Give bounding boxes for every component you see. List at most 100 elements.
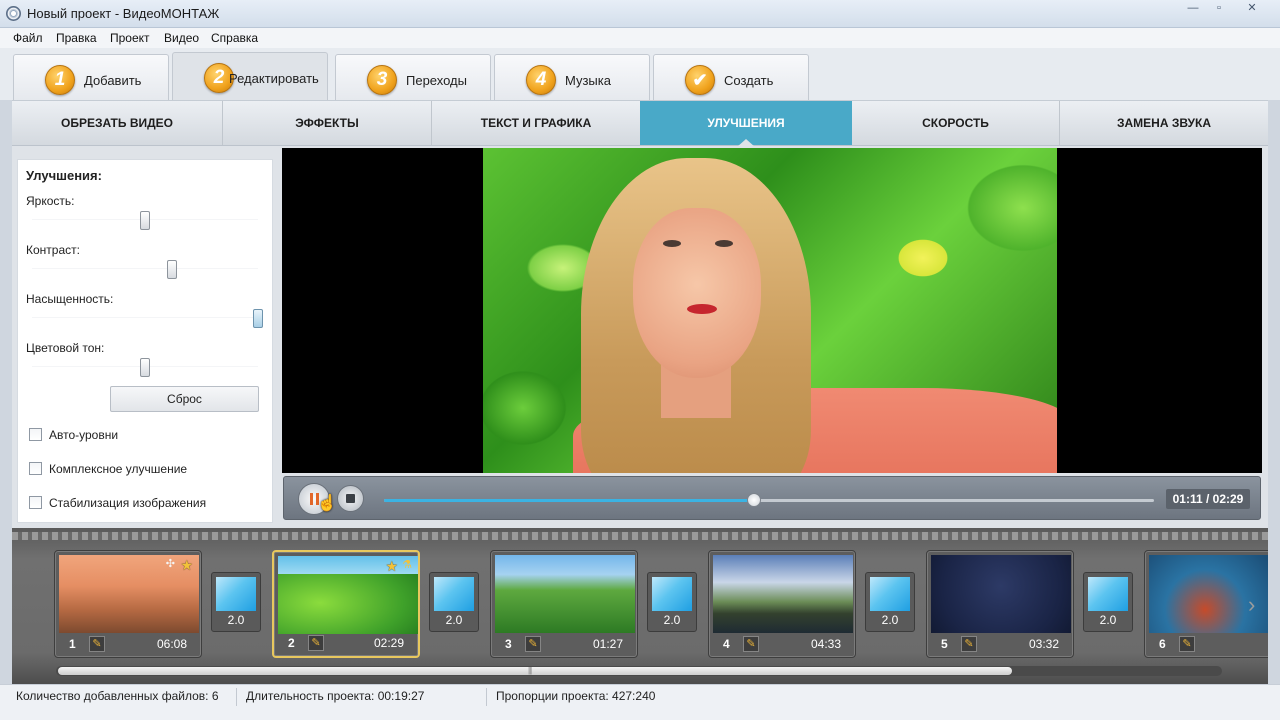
reset-button[interactable]: Сброс [110, 386, 259, 412]
step-number-badge: 3 [367, 65, 397, 95]
step-tabs: 1 Добавить 2 Редактировать 3 Переходы 4 … [0, 48, 1280, 100]
clip-thumbnail [713, 555, 853, 633]
pencil-icon[interactable]: ✎ [743, 636, 759, 652]
clip-number: 5 [941, 637, 948, 651]
status-bar: Количество добавленных файлов: 6 Длитель… [0, 684, 1280, 720]
clip-number: 3 [505, 637, 512, 651]
clip-card[interactable]: 4 ✎ 04:33 [708, 550, 856, 658]
complex-enhance-checkbox[interactable]: Комплексное улучшение [29, 462, 187, 476]
clip-card-selected[interactable]: ★ ⚗ 2 ✎ 02:29 [272, 550, 420, 658]
status-file-count: Количество добавленных файлов: 6 [16, 689, 219, 703]
transition-card[interactable]: 2.0 [211, 572, 261, 632]
checkbox-label: Комплексное улучшение [49, 462, 188, 476]
status-divider [236, 688, 237, 706]
video-frame [483, 148, 1057, 473]
brightness-label: Яркость: [26, 194, 75, 208]
status-duration: Длительность проекта: 00:19:27 [246, 689, 425, 703]
step-create-tab[interactable]: ✔ Создать [653, 54, 809, 100]
enhancements-panel: Улучшения: Яркость: Контраст: Насыщеннос… [17, 159, 273, 523]
tab-trim-video[interactable]: ОБРЕЗАТЬ ВИДЕО [12, 101, 222, 145]
checkbox-box[interactable] [29, 462, 42, 475]
pencil-icon[interactable]: ✎ [1179, 636, 1195, 652]
window-title: Новый проект - ВидеоМОНТАЖ [27, 6, 220, 21]
pencil-icon[interactable]: ✎ [89, 636, 105, 652]
brightness-slider-thumb[interactable] [140, 211, 150, 230]
clip-card[interactable]: 3 ✎ 01:27 [490, 550, 638, 658]
saturation-slider[interactable] [32, 317, 258, 318]
step-number-badge: 1 [45, 65, 75, 95]
contrast-slider-thumb[interactable] [167, 260, 178, 279]
video-preview[interactable] [282, 148, 1262, 473]
hand-cursor-icon: ☝ [317, 495, 337, 512]
step-label: Добавить [84, 73, 142, 88]
contrast-slider[interactable] [32, 268, 258, 269]
video-frame-shape [633, 208, 761, 378]
transition-card[interactable]: 2.0 [647, 572, 697, 632]
star-icon: ★ [180, 557, 193, 573]
menu-video[interactable]: Видео [164, 31, 199, 45]
menu-help[interactable]: Справка [211, 31, 258, 45]
tab-effects[interactable]: ЭФФЕКТЫ [222, 101, 431, 145]
clip-duration: 02:29 [373, 636, 404, 650]
hue-slider-thumb[interactable] [140, 358, 150, 377]
pencil-icon[interactable]: ✎ [961, 636, 977, 652]
checkbox-box[interactable] [29, 496, 42, 509]
stabilization-checkbox[interactable]: Стабилизация изображения [29, 496, 206, 510]
scrollbar-thumb[interactable]: ||| [58, 666, 1012, 675]
transition-duration: 2.0 [227, 613, 245, 627]
transition-card[interactable]: 2.0 [865, 572, 915, 632]
clip-number: 6 [1159, 637, 1166, 651]
transition-card[interactable]: 2.0 [429, 572, 479, 632]
playback-progress-bar[interactable] [384, 493, 1154, 507]
step-transitions-tab[interactable]: 3 Переходы [335, 54, 491, 100]
transition-card[interactable]: 2.0 [1083, 572, 1133, 632]
maximize-button[interactable]: ▫ [1206, 0, 1232, 18]
stop-button[interactable] [337, 485, 364, 512]
chevron-right-icon[interactable]: › [1248, 592, 1255, 618]
transition-thumbnail [216, 577, 256, 611]
step-label: Редактировать [229, 71, 319, 86]
progress-thumb[interactable] [746, 493, 761, 507]
checkbox-box[interactable] [29, 428, 42, 441]
minimize-button[interactable]: — [1180, 0, 1206, 18]
menu-file[interactable]: Файл [13, 31, 43, 45]
tab-replace-audio[interactable]: ЗАМЕНА ЗВУКА [1059, 101, 1268, 145]
transition-thumbnail [434, 577, 474, 611]
step-music-tab[interactable]: 4 Музыка [494, 54, 650, 100]
clip-number: 1 [69, 637, 76, 651]
tab-text-graphics[interactable]: ТЕКСТ И ГРАФИКА [431, 101, 640, 145]
menu-edit[interactable]: Правка [56, 31, 97, 45]
clip-duration: 01:27 [592, 637, 623, 651]
menu-project[interactable]: Проект [110, 31, 150, 45]
tab-enhancements[interactable]: УЛУЧШЕНИЯ [640, 101, 852, 147]
saturation-slider-thumb[interactable] [253, 309, 263, 328]
progress-fill [384, 499, 754, 502]
clip-card[interactable]: 5 ✎ 03:32 [926, 550, 1074, 658]
clip-number: 4 [723, 637, 730, 651]
transition-duration: 2.0 [445, 613, 463, 627]
pencil-icon[interactable]: ✎ [525, 636, 541, 652]
app-film-reel-icon [6, 6, 21, 21]
step-label: Создать [724, 73, 774, 88]
clip-thumbnail [931, 555, 1071, 633]
pencil-icon[interactable]: ✎ [308, 635, 324, 651]
tab-speed[interactable]: СКОРОСТЬ [852, 101, 1059, 145]
menu-bar: Файл Правка Проект Видео Справка [0, 28, 1280, 48]
auto-levels-checkbox[interactable]: Авто-уровни [29, 428, 118, 442]
video-frame-shape [663, 240, 681, 247]
step-edit-tab[interactable]: 2 Редактировать [172, 52, 328, 100]
clip-card[interactable]: ✣ ★ 1 ✎ 06:08 [54, 550, 202, 658]
transition-duration: 2.0 [881, 613, 899, 627]
storyboard-scrollbar[interactable]: ||| [56, 666, 1222, 676]
transition-thumbnail [870, 577, 910, 611]
status-divider [486, 688, 487, 706]
player-controls: ☝ 01:11 / 02:29 [283, 476, 1261, 520]
title-bar: Новый проект - ВидеоМОНТАЖ — ▫ ✕ [0, 0, 1280, 28]
clip-thumbnail [495, 555, 635, 633]
contrast-label: Контраст: [26, 243, 80, 257]
grip-icon: ||| [528, 666, 532, 675]
hue-label: Цветовой тон: [26, 341, 105, 355]
step-add-tab[interactable]: 1 Добавить [13, 54, 169, 100]
checkbox-label: Стабилизация изображения [49, 496, 207, 510]
close-button[interactable]: ✕ [1232, 0, 1272, 18]
